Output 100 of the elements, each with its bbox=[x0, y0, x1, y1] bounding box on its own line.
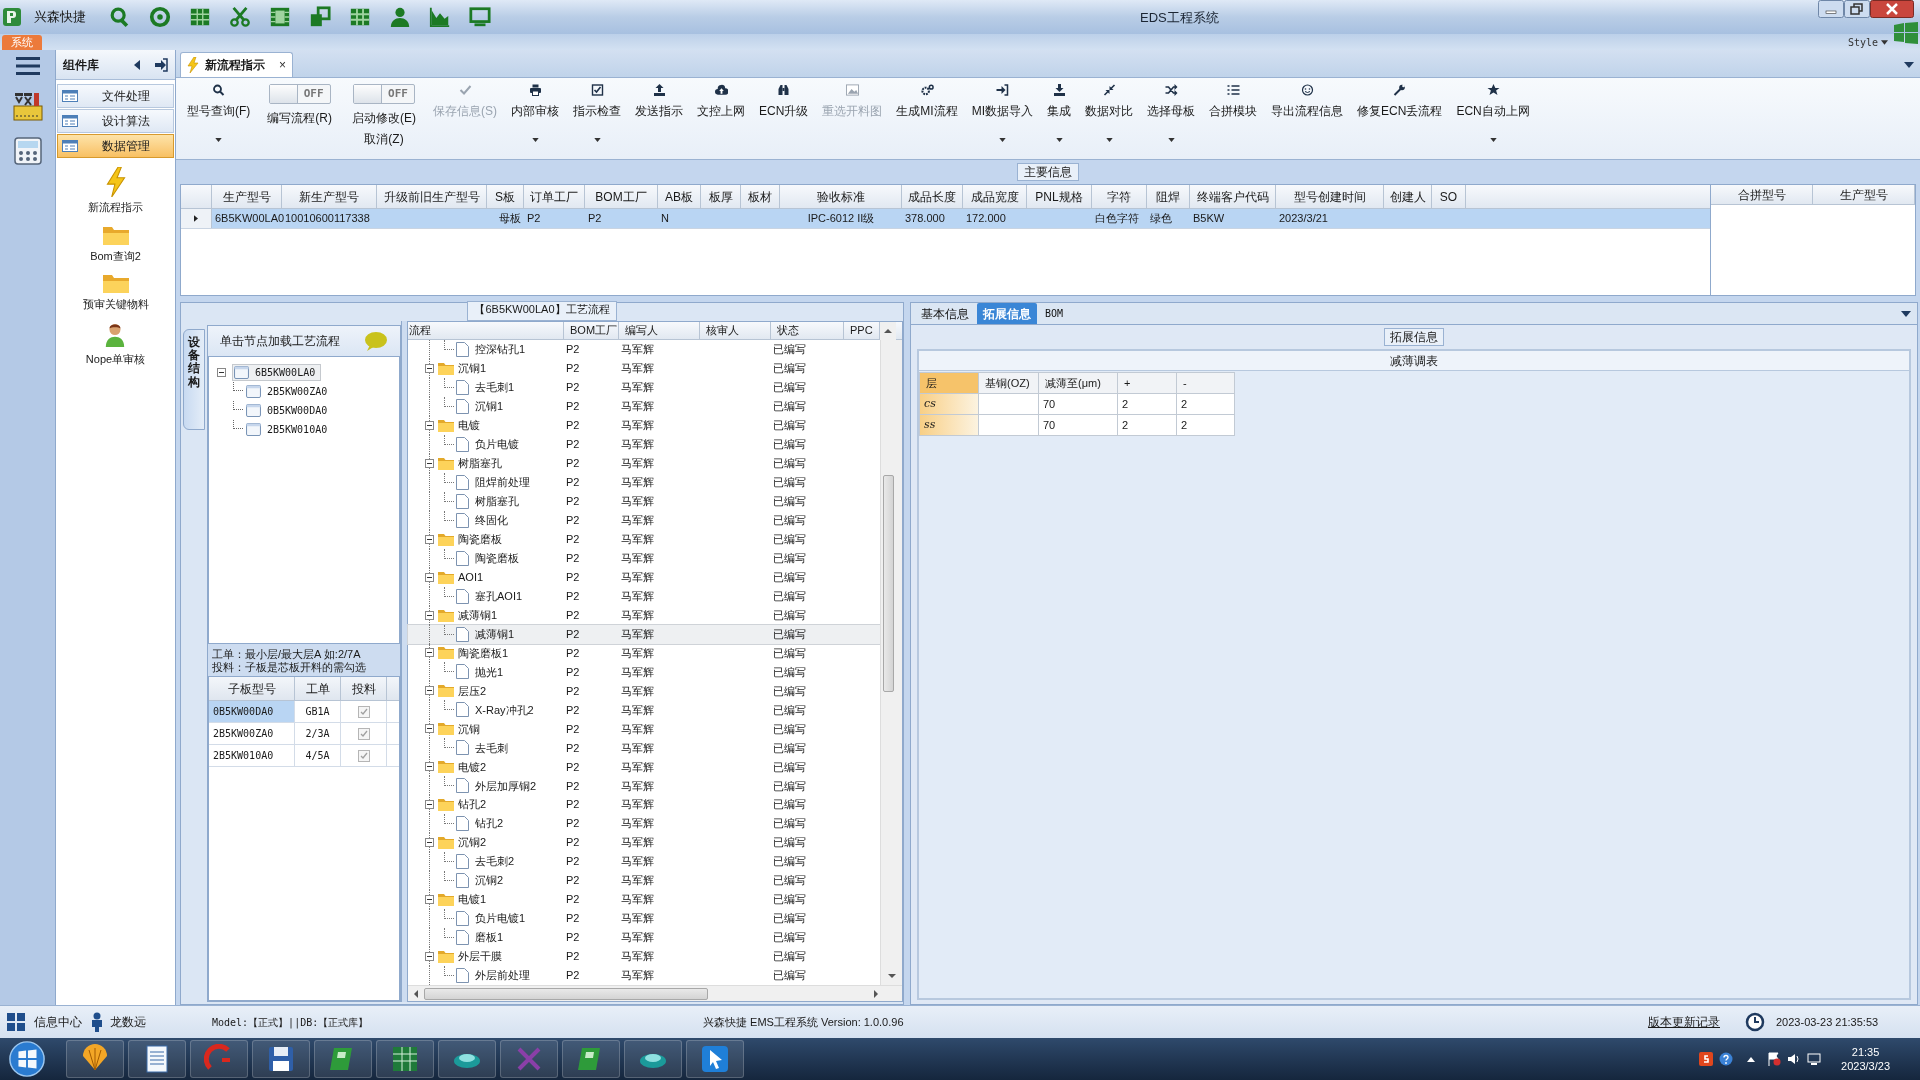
column-header[interactable]: 成品长度 bbox=[902, 185, 963, 208]
flow-row[interactable]: 负片电镀1 P2 马军辉 已编写 bbox=[408, 909, 880, 929]
column-header[interactable]: S板 bbox=[487, 185, 524, 208]
speaker-icon[interactable] bbox=[1787, 1052, 1802, 1066]
toolbar-button[interactable]: 发送指示 bbox=[628, 84, 690, 154]
taskbar-clock[interactable]: 21:35 2023/3/23 bbox=[1841, 1045, 1890, 1073]
expander-icon[interactable] bbox=[425, 895, 434, 905]
collapse-arrow-icon[interactable] bbox=[134, 59, 140, 70]
sidebar-item[interactable]: 数据管理 bbox=[57, 134, 174, 158]
column-header[interactable]: 减薄至(μm) bbox=[1038, 372, 1118, 394]
scroll-up-icon[interactable] bbox=[880, 322, 896, 340]
column-header[interactable]: 流程 bbox=[408, 322, 564, 339]
flow-row[interactable]: 外层前处理 P2 马军辉 已编写 bbox=[408, 965, 880, 985]
column-header[interactable]: 编写人 bbox=[619, 322, 700, 339]
column-header[interactable]: 订单工厂 bbox=[524, 185, 585, 208]
document-tab[interactable]: 新流程指示 × bbox=[180, 52, 293, 77]
column-header[interactable]: 终端客户代码 bbox=[1190, 185, 1276, 208]
tree-node[interactable]: 0B5KW00DA0 bbox=[245, 402, 329, 418]
column-header[interactable]: 合拼型号 bbox=[1711, 185, 1813, 204]
flow-row[interactable]: 电镀1 P2 马军辉 已编写 bbox=[408, 890, 880, 910]
shapes-icon[interactable] bbox=[309, 6, 331, 28]
tree-node[interactable]: 6B5KW00LA0 bbox=[232, 363, 322, 381]
flag-icon[interactable] bbox=[1767, 1052, 1782, 1066]
flow-row[interactable]: 钻孔2 P2 马军辉 已编写 bbox=[408, 795, 880, 815]
flow-row[interactable]: 外层加厚铜2 P2 马军辉 已编写 bbox=[408, 776, 880, 796]
expander-icon[interactable] bbox=[217, 367, 226, 377]
flow-row[interactable]: 陶瓷磨板 P2 马军辉 已编写 bbox=[408, 529, 880, 549]
factory-icon[interactable] bbox=[11, 90, 44, 122]
toolbar-button[interactable]: 型号查询(F) bbox=[180, 84, 258, 154]
column-header[interactable]: 层 bbox=[919, 372, 979, 394]
column-header[interactable]: 验收标准 bbox=[780, 185, 902, 208]
column-header[interactable]: PNL规格 bbox=[1027, 185, 1092, 208]
column-header[interactable]: 核审人 bbox=[700, 322, 771, 339]
flow-row[interactable]: X-Ray冲孔2 P2 马军辉 已编写 bbox=[408, 700, 880, 720]
flow-row[interactable]: 去毛刺 P2 马军辉 已编写 bbox=[408, 738, 880, 758]
dropdown-arrow-icon[interactable] bbox=[1881, 40, 1888, 45]
launcher-label[interactable]: 新流程指示 bbox=[88, 199, 143, 216]
flow-row[interactable]: 电镀 P2 马军辉 已编写 bbox=[408, 415, 880, 435]
flow-row[interactable]: 阻焊前处理 P2 马军辉 已编写 bbox=[408, 472, 880, 492]
flow-row[interactable]: 层压2 P2 马军辉 已编写 bbox=[408, 681, 880, 701]
flow-row[interactable]: 减薄铜1 P2 马军辉 已编写 bbox=[408, 624, 880, 644]
column-header[interactable]: 投料 bbox=[341, 677, 387, 700]
expander-icon[interactable] bbox=[425, 762, 434, 772]
flow-row[interactable]: 树脂塞孔 P2 马军辉 已编写 bbox=[408, 453, 880, 473]
column-header[interactable]: 字符 bbox=[1092, 185, 1147, 208]
person-icon[interactable] bbox=[389, 6, 411, 28]
tree-node[interactable]: 2B5KW00ZA0 bbox=[245, 383, 329, 399]
flow-row[interactable]: 沉铜1 P2 马军辉 已编写 bbox=[408, 358, 880, 378]
pin-icon[interactable] bbox=[154, 57, 168, 72]
flow-row[interactable]: 外层干膜 P2 马军辉 已编写 bbox=[408, 947, 880, 966]
column-header[interactable]: 阻焊 bbox=[1147, 185, 1190, 208]
table-cell[interactable]: 0B5KW00DA0 bbox=[209, 701, 295, 722]
expander-icon[interactable] bbox=[425, 838, 434, 848]
restore-button[interactable] bbox=[1844, 0, 1870, 18]
toolbar-button[interactable]: 文控上网 bbox=[690, 84, 752, 154]
close-button[interactable] bbox=[1870, 0, 1914, 18]
column-header[interactable]: + bbox=[1117, 372, 1177, 394]
checkbox[interactable] bbox=[357, 705, 370, 718]
column-header[interactable]: 工单 bbox=[295, 677, 341, 700]
column-header[interactable]: 升级前旧生产型号 bbox=[377, 185, 487, 208]
flow-row[interactable]: 电镀2 P2 马军辉 已编写 bbox=[408, 757, 880, 777]
film-icon[interactable] bbox=[269, 6, 291, 28]
column-header[interactable]: 型号创建时间 bbox=[1276, 185, 1384, 208]
tray-arrow-icon[interactable] bbox=[1747, 1056, 1756, 1062]
expander-icon[interactable] bbox=[425, 534, 434, 544]
flow-row[interactable]: 沉铜2 P2 马军辉 已编写 bbox=[408, 833, 880, 853]
lifebuoy-icon[interactable] bbox=[149, 6, 171, 28]
flow-row[interactable]: 去毛刺2 P2 马军辉 已编写 bbox=[408, 852, 880, 872]
flow-row[interactable]: 抛光1 P2 马军辉 已编写 bbox=[408, 662, 880, 682]
flow-row[interactable]: 终固化 P2 马军辉 已编写 bbox=[408, 510, 880, 530]
flow-row[interactable]: 陶瓷磨板1 P2 马军辉 已编写 bbox=[408, 643, 880, 663]
help-icon[interactable] bbox=[1719, 1052, 1734, 1066]
column-header[interactable]: 创建人 bbox=[1384, 185, 1432, 208]
flow-row[interactable]: 沉铜1 P2 马军辉 已编写 bbox=[408, 396, 880, 416]
column-header[interactable]: BOM工厂 bbox=[585, 185, 658, 208]
column-header[interactable]: 生产型号 bbox=[1813, 185, 1915, 204]
scissors-icon[interactable] bbox=[229, 6, 251, 28]
flow-row[interactable]: 沉铜 P2 马军辉 已编写 bbox=[408, 719, 880, 739]
toolbar-button[interactable]: 选择母板 bbox=[1140, 84, 1203, 154]
flow-row[interactable]: AOI1 P2 马军辉 已编写 bbox=[408, 567, 880, 587]
overflow-arrow-icon[interactable] bbox=[1904, 62, 1914, 68]
column-header[interactable]: 生产型号 bbox=[212, 185, 282, 208]
checkbox[interactable] bbox=[357, 727, 370, 740]
table-cell[interactable]: 2B5KW00ZA0 bbox=[209, 723, 295, 744]
column-header[interactable]: 新生产型号 bbox=[282, 185, 377, 208]
column-header[interactable]: 状态 bbox=[771, 322, 844, 339]
input-method-icon[interactable] bbox=[1699, 1052, 1714, 1066]
toggle-switch[interactable]: OFF bbox=[353, 84, 415, 104]
overflow-arrow-icon[interactable] bbox=[1901, 311, 1911, 317]
toolbar-button[interactable]: ECN自动上网 bbox=[1449, 84, 1537, 154]
grid-icon[interactable] bbox=[349, 6, 371, 28]
flow-row[interactable]: 减薄铜1 P2 马军辉 已编写 bbox=[408, 605, 880, 625]
expander-icon[interactable] bbox=[425, 610, 434, 620]
style-menu[interactable]: Style bbox=[1847, 35, 1878, 50]
flow-row[interactable]: 去毛刺1 P2 马军辉 已编写 bbox=[408, 377, 880, 397]
toggle-switch[interactable]: OFF bbox=[268, 84, 331, 104]
expander-icon[interactable] bbox=[425, 724, 434, 734]
toolbar-button[interactable]: 导出流程信息 bbox=[1264, 84, 1351, 154]
tab[interactable]: BOM bbox=[1039, 303, 1070, 324]
status-text[interactable]: 信息中心 bbox=[34, 1013, 82, 1031]
